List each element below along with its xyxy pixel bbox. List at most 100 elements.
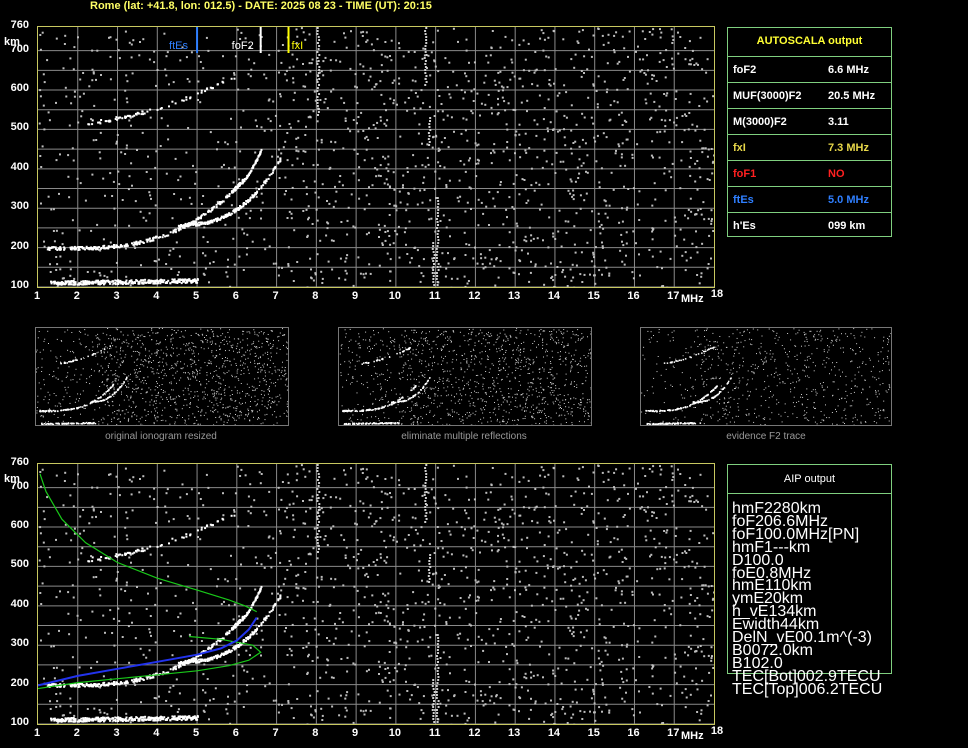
thumbnail-dot (516, 393, 518, 395)
thumbnail-dot (587, 419, 589, 420)
thumbnail-dot (556, 336, 558, 338)
thumbnail-dot (55, 395, 57, 397)
noise-dot (302, 150, 305, 153)
thumbnail-dot (114, 373, 116, 375)
noise-dot (526, 99, 529, 102)
thumbnail-dot (552, 378, 554, 380)
thumbnail-dot (224, 366, 226, 368)
noise-dot (109, 78, 112, 81)
thumbnail-dot (399, 349, 401, 351)
noise-dot (363, 276, 366, 279)
noise-dot (358, 197, 361, 200)
noise-dot (506, 216, 508, 219)
noise-dot (533, 189, 536, 192)
noise-dot (534, 263, 537, 266)
noise-dot (395, 209, 398, 212)
thumbnail-dot (481, 422, 483, 424)
noise-dot (651, 77, 654, 80)
thumbnail-dot (49, 394, 51, 396)
thumbnail-dot (235, 363, 237, 365)
thumbnail-dot (386, 380, 388, 381)
thumbnail-dot (425, 387, 427, 389)
thumbnail-dot (237, 343, 239, 345)
thumbnail-dot (188, 378, 190, 380)
thumbnail-dot (245, 358, 247, 360)
thumbnail-dot (100, 419, 102, 421)
noise-dot (691, 57, 694, 60)
noise-dot (592, 251, 595, 254)
thumbnail-dot (505, 335, 507, 337)
thumbnail-dot (582, 397, 584, 399)
noise-dot (379, 164, 382, 167)
noise-dot (42, 73, 45, 76)
noise-dot (672, 39, 675, 41)
thumbnail-dot (538, 403, 540, 405)
noise-dot (621, 124, 624, 126)
thumbnail-dot (204, 337, 205, 338)
thumbnail-trace-dot (121, 384, 123, 387)
thumbnail-dot (207, 394, 208, 396)
noise-dot (586, 68, 589, 71)
thumbnail-dot (48, 343, 49, 344)
multiple-reflection-dot (200, 89, 203, 92)
f2-x-trace-dot (197, 224, 199, 227)
noise-dot (459, 195, 462, 198)
noise-dot (515, 222, 518, 225)
thumbnail-dot (206, 372, 208, 373)
thumbnail-dot (210, 344, 212, 345)
thumbnail-dot (137, 337, 139, 339)
thumbnail-dot (535, 422, 537, 424)
thumbnail-dot (136, 415, 138, 417)
noise-dot (332, 239, 335, 242)
thumbnail-dot (506, 400, 508, 402)
thumbnail-dot (207, 347, 209, 349)
thumbnail-dot (254, 400, 256, 402)
thumbnail-dot (207, 329, 209, 331)
noise-dot (409, 261, 412, 264)
thumbnail-dot (105, 356, 107, 358)
thumbnail-dot (275, 416, 277, 418)
thumbnail-dot (135, 388, 137, 390)
thumbnail-dot (508, 393, 510, 394)
thumbnail-dot (554, 377, 556, 379)
thumbnail-dot (166, 348, 168, 350)
thumbnail-dot (161, 361, 163, 363)
noise-dot (440, 103, 443, 105)
thumbnail-dot (258, 418, 260, 420)
noise-dot (134, 200, 137, 203)
f2-x-trace-dot (230, 212, 233, 215)
noise-dot (96, 223, 99, 226)
thumbnail-dot (36, 371, 37, 373)
thumbnail-dot (475, 410, 477, 412)
thumbnail-dot (233, 350, 234, 352)
thumbnail-dot (550, 336, 552, 338)
thumbnail-dot (458, 414, 460, 415)
thumbnail-trace-dot (84, 405, 86, 407)
thumbnail-dot (524, 415, 526, 417)
thumbnail-dot (203, 414, 205, 416)
thumbnail-dot (238, 402, 240, 404)
thumbnail-dot (158, 365, 160, 367)
thumbnail-dot (579, 407, 581, 409)
thumbnail-dot (219, 415, 221, 417)
noise-dot (206, 241, 209, 243)
interference-dot (436, 245, 439, 247)
thumbnail-dot (577, 407, 579, 408)
interference-dot (318, 45, 321, 47)
thumbnail-dot (104, 347, 106, 349)
thumbnail-dot (492, 412, 494, 414)
noise-dot (445, 226, 448, 229)
interference-dot (432, 269, 435, 271)
thumbnail-dot (245, 351, 247, 353)
f2-x-trace-dot (213, 219, 216, 222)
thumbnail-dot (226, 406, 228, 408)
noise-dot (602, 43, 605, 46)
thumbnail-dot (532, 363, 534, 365)
thumbnail-dot (112, 401, 114, 403)
noise-dot (679, 228, 682, 231)
thumbnail-dot (236, 415, 238, 417)
thumbnail-dot (239, 364, 241, 366)
thumbnail-dot (504, 369, 506, 371)
noise-dot (128, 224, 131, 227)
noise-dot (109, 55, 112, 58)
